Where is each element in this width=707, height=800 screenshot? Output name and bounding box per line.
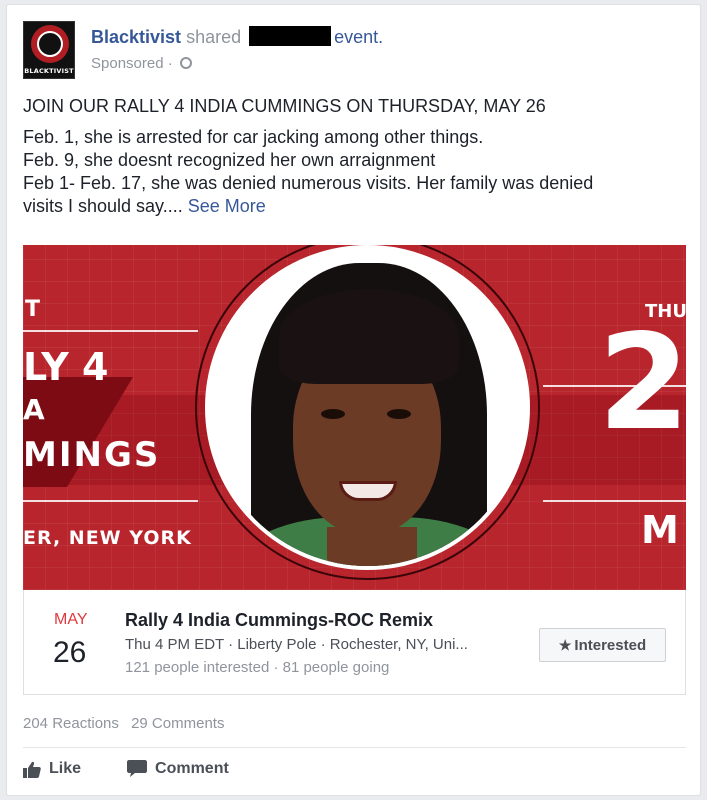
banner-line (23, 500, 198, 502)
author-link[interactable]: Blacktivist (91, 27, 181, 47)
sponsored-label[interactable]: Sponsored · (91, 55, 173, 72)
post-body: JOIN OUR RALLY 4 INDIA CUMMINGS ON THURS… (23, 95, 688, 218)
event-day: 26 (53, 636, 87, 669)
like-button[interactable]: Like (23, 760, 81, 778)
post-card: BLACKTIVIST Blacktivist shared event. Sp… (6, 4, 701, 796)
banner-text: MINGS (23, 435, 161, 475)
post-line: Feb. 1, she is arrested for car jacking … (23, 127, 484, 147)
event-cover-image[interactable]: T LY 4 A MINGS ER, NEW YORK THU 2 M (23, 245, 686, 590)
banner-text: A (23, 393, 45, 426)
post-meta: Sponsored · (91, 55, 192, 72)
page-avatar[interactable]: BLACKTIVIST (23, 21, 75, 79)
post-line: Feb. 9, she doesnt recognized her own ar… (23, 150, 436, 170)
comment-label: Comment (155, 760, 229, 777)
post-line: Feb 1- Feb. 17, she was denied numerous … (23, 173, 594, 193)
like-label: Like (49, 760, 82, 777)
banner-text: LY 4 (23, 345, 109, 389)
reactions-count[interactable]: 204 Reactions (23, 715, 119, 732)
event-link[interactable]: event. (334, 27, 383, 47)
event-info-bar[interactable]: MAY 26 Rally 4 India Cummings-ROC Remix … (23, 590, 686, 695)
event-stats: 121 people interested · 81 people going (125, 659, 390, 676)
speech-bubble-icon (127, 760, 148, 778)
avatar-brand-text: BLACKTIVIST (24, 67, 74, 75)
see-more-link[interactable]: See More (188, 196, 266, 216)
comments-count[interactable]: 29 Comments (131, 715, 224, 732)
post-headline: JOIN OUR RALLY 4 INDIA CUMMINGS ON THURS… (23, 96, 546, 116)
globe-icon[interactable] (179, 57, 192, 69)
post-line-last: visits I should say.... See More (23, 196, 266, 216)
star-icon: ★ (558, 637, 572, 653)
action-verb: shared (186, 27, 242, 47)
event-title[interactable]: Rally 4 India Cummings-ROC Remix (125, 610, 433, 631)
banner-text: M (641, 508, 679, 552)
banner-text: 2 (598, 306, 686, 460)
interested-button[interactable]: ★ Interested (539, 628, 666, 662)
banner-line (543, 500, 686, 502)
redacted-block (249, 26, 332, 46)
event-month: MAY (54, 611, 88, 628)
post-header: Blacktivist shared event. (91, 26, 383, 48)
action-bar: Like Comment (23, 760, 229, 778)
divider (23, 747, 686, 748)
banner-text: ER, NEW YORK (23, 527, 192, 549)
avatar-logo-inner (37, 31, 63, 57)
comment-button[interactable]: Comment (127, 760, 229, 778)
portrait-photo (205, 245, 530, 570)
thumbs-up-icon (23, 761, 41, 778)
reactions-summary: 204 Reactions 29 Comments (23, 715, 232, 732)
banner-text: T (25, 297, 41, 322)
banner-line (23, 330, 198, 332)
event-details: Thu 4 PM EDT · Liberty Pole · Rochester,… (125, 636, 468, 653)
